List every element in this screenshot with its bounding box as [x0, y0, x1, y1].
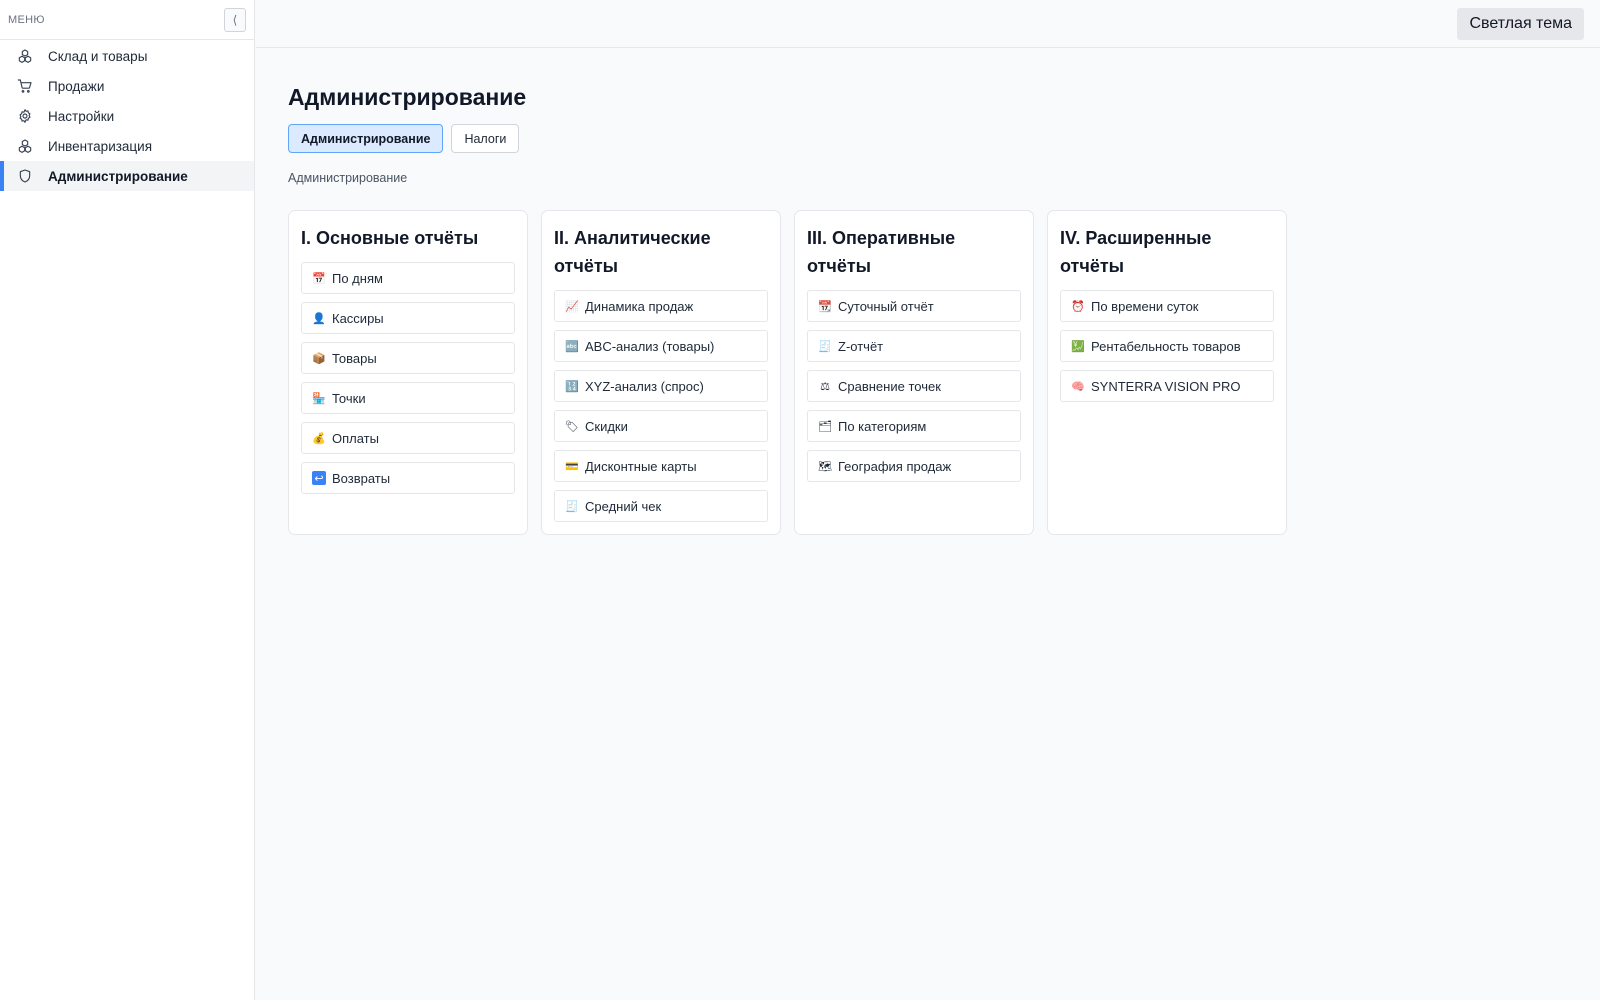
report-button-returns[interactable]: ↩ Возвраты: [301, 462, 515, 494]
report-label: Рентабельность товаров: [1091, 338, 1241, 354]
report-label: Товары: [332, 350, 377, 366]
sidebar-item-inventory[interactable]: Инвентаризация: [0, 131, 254, 161]
report-label: Суточный отчёт: [838, 298, 934, 314]
report-label: Z-отчёт: [838, 338, 884, 354]
report-button-by-days[interactable]: 📅 По дням: [301, 262, 515, 294]
cubes-icon: [16, 137, 34, 155]
report-button-cashiers[interactable]: 👤 Кассиры: [301, 302, 515, 334]
collapse-icon: ⟨: [232, 12, 238, 27]
report-label: Средний чек: [585, 498, 662, 514]
report-button-synterra-vision[interactable]: 🧠 SYNTERRA VISION PRO: [1060, 370, 1274, 402]
report-button-goods[interactable]: 📦 Товары: [301, 342, 515, 374]
sidebar-item-label: Склад и товары: [48, 48, 148, 64]
report-label: Возвраты: [332, 470, 391, 486]
report-button-points[interactable]: 🏪 Точки: [301, 382, 515, 414]
card-title: III. Оперативные отчёты: [807, 228, 956, 276]
report-label: География продаж: [838, 458, 952, 474]
chart-up-icon: 📈: [565, 300, 579, 313]
map-icon: 🗺: [818, 460, 832, 473]
report-label: SYNTERRA VISION PRO: [1091, 378, 1241, 394]
credit-card-icon: 💳: [565, 460, 579, 473]
sidebar-item-label: Инвентаризация: [48, 138, 153, 154]
sidebar-title: МЕНЮ: [8, 13, 45, 26]
top-bar: Светлая тема: [256, 0, 1600, 48]
report-button-compare-points[interactable]: ⚖ Сравнение точек: [807, 370, 1021, 402]
report-button-abc-analysis[interactable]: 🔤 ABC-анализ (товары): [554, 330, 768, 362]
report-card-operational: III. Оперативные отчёты 📆 Суточный отчёт…: [794, 210, 1034, 535]
report-label: XYZ-анализ (спрос): [585, 378, 704, 394]
shield-icon: [16, 167, 34, 185]
package-icon: 📦: [312, 352, 326, 365]
collapse-sidebar-button[interactable]: ⟨: [224, 7, 246, 32]
report-label: ABC-анализ (товары): [585, 338, 715, 354]
alarm-clock-icon: ⏰: [1071, 300, 1085, 313]
report-label: По категориям: [838, 418, 927, 434]
card-title: I. Основные отчёты: [301, 228, 479, 248]
store-icon: 🏪: [312, 392, 326, 405]
report-button-time-of-day[interactable]: ⏰ По времени суток: [1060, 290, 1274, 322]
sidebar-nav: Склад и товары Продажи Настройки Инвента…: [0, 40, 254, 191]
return-arrow-icon: ↩: [312, 471, 326, 485]
theme-toggle-button[interactable]: Светлая тема: [1457, 8, 1584, 40]
report-label: Оплаты: [332, 430, 379, 446]
sidebar: МЕНЮ ⟨ Склад и товары Продажи Настройки …: [0, 0, 255, 1000]
report-label: Динамика продаж: [585, 298, 694, 314]
card-title: IV. Расширенные отчёты: [1060, 228, 1212, 276]
report-card-basic: I. Основные отчёты 📅 По дням 👤 Кассиры 📦…: [288, 210, 528, 535]
report-button-discount-cards[interactable]: 💳 Дисконтные карты: [554, 450, 768, 482]
report-label: Точки: [332, 390, 366, 406]
cubes-icon: [16, 47, 34, 65]
report-button-by-categories[interactable]: 🗂 По категориям: [807, 410, 1021, 442]
main-content: Администрирование Администрирование Нало…: [288, 80, 1600, 535]
app-window: МЕНЮ ⟨ Склад и товары Продажи Настройки …: [0, 0, 1600, 1000]
report-button-discounts[interactable]: 🏷 Скидки: [554, 410, 768, 442]
scales-icon: ⚖: [820, 380, 830, 393]
report-button-z-report[interactable]: 🧾 Z-отчёт: [807, 330, 1021, 362]
report-label: Сравнение точек: [838, 378, 941, 394]
page-title: Администрирование: [288, 84, 527, 110]
report-button-average-check[interactable]: 🧾 Средний чек: [554, 490, 768, 522]
person-icon: 👤: [312, 312, 326, 325]
report-button-daily-report[interactable]: 📆 Суточный отчёт: [807, 290, 1021, 322]
tab-administration[interactable]: Администрирование: [288, 124, 444, 153]
calendar-icon: 📆: [818, 300, 832, 313]
sidebar-item-label: Продажи: [48, 78, 105, 94]
report-button-profitability[interactable]: 💹 Рентабельность товаров: [1060, 330, 1274, 362]
report-label: Скидки: [585, 418, 628, 434]
folder-icon: 🗂: [818, 420, 832, 433]
report-button-sales-geography[interactable]: 🗺 География продаж: [807, 450, 1021, 482]
sidebar-item-administration[interactable]: Администрирование: [0, 161, 254, 191]
sidebar-header: МЕНЮ ⟨: [0, 0, 254, 40]
receipt-icon: 🧾: [565, 500, 579, 513]
report-button-xyz-analysis[interactable]: 🔢 XYZ-анализ (спрос): [554, 370, 768, 402]
sidebar-item-settings[interactable]: Настройки: [0, 101, 254, 131]
gear-icon: [16, 107, 34, 125]
calendar-icon: 📅: [312, 272, 326, 285]
report-card-extended: IV. Расширенные отчёты ⏰ По времени суто…: [1047, 210, 1287, 535]
money-bag-icon: 💰: [312, 432, 326, 445]
report-label: Кассиры: [332, 310, 384, 326]
sidebar-item-warehouse[interactable]: Склад и товары: [0, 41, 254, 71]
receipt-icon: 🧾: [818, 340, 832, 353]
cart-icon: [16, 77, 34, 95]
report-label: Дисконтные карты: [585, 458, 697, 474]
report-button-sales-dynamics[interactable]: 📈 Динамика продаж: [554, 290, 768, 322]
card-title: II. Аналитические отчёты: [554, 228, 711, 276]
abc-icon: 🔤: [565, 340, 579, 353]
report-label: По времени суток: [1091, 298, 1199, 314]
brain-icon: 🧠: [1071, 380, 1085, 393]
breadcrumb: Администрирование: [288, 171, 408, 185]
numbers-icon: 🔢: [565, 380, 579, 393]
sidebar-item-label: Администрирование: [48, 168, 188, 184]
sidebar-item-sales[interactable]: Продажи: [0, 71, 254, 101]
report-button-payments[interactable]: 💰 Оплаты: [301, 422, 515, 454]
report-cards: I. Основные отчёты 📅 По дням 👤 Кассиры 📦…: [288, 210, 1600, 535]
tab-bar: Администрирование Налоги: [288, 124, 1600, 153]
report-label: По дням: [332, 270, 383, 286]
report-card-analytical: II. Аналитические отчёты 📈 Динамика прод…: [541, 210, 781, 535]
tag-icon: 🏷: [565, 420, 579, 433]
tab-taxes[interactable]: Налоги: [451, 124, 520, 153]
chart-green-icon: 💹: [1071, 340, 1085, 353]
sidebar-item-label: Настройки: [48, 108, 115, 124]
